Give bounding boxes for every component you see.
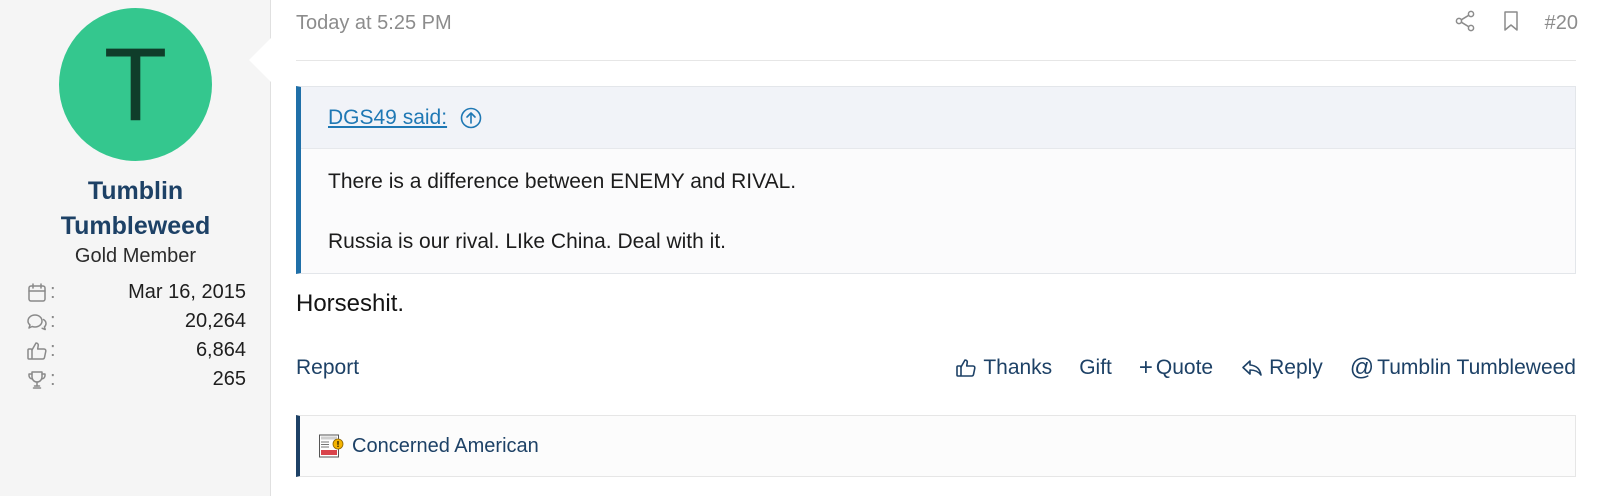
stat-reactions: : 6,864 (24, 336, 246, 365)
post-actions: Thanks Gift + Quote Reply @ Tumblin Tumb… (954, 356, 1576, 380)
thumbs-up-icon (24, 338, 50, 364)
user-stats: : Mar 16, 2015 : 20,264 : 6,864 : 265 (24, 278, 246, 394)
header-divider (296, 60, 1576, 61)
stat-separator: : (50, 368, 56, 390)
trophy-icon (24, 367, 50, 393)
username-line-2[interactable]: Tumbleweed (0, 209, 271, 244)
quote-body: There is a difference between ENEMY and … (301, 149, 1575, 257)
thanks-button[interactable]: Thanks (954, 356, 1052, 380)
gift-label: Gift (1079, 356, 1112, 379)
stat-separator: : (50, 310, 56, 332)
reply-button[interactable]: Reply (1240, 356, 1323, 380)
mention-label: Tumblin Tumbleweed (1377, 356, 1576, 379)
stat-messages-value: 20,264 (184, 310, 246, 332)
post-action-bar: Report Thanks Gift + Quote Reply @ Tumbl… (296, 352, 1576, 386)
stat-separator: : (50, 339, 56, 361)
quote-block: DGS49 said: There is a difference betwee… (296, 86, 1576, 274)
stat-messages: : 20,264 (24, 307, 246, 336)
user-title: Gold Member (74, 245, 197, 267)
messages-icon (24, 309, 50, 335)
post-number[interactable]: #20 (1545, 12, 1578, 35)
avatar[interactable]: T (59, 8, 212, 161)
username[interactable]: Tumblin Tumbleweed (0, 174, 271, 244)
mention-button[interactable]: @ Tumblin Tumbleweed (1350, 356, 1576, 380)
calendar-icon (24, 280, 50, 306)
username-line-1[interactable]: Tumblin (0, 174, 271, 209)
at-icon: @ (1349, 354, 1375, 381)
stat-joined: : Mar 16, 2015 (24, 278, 246, 307)
user-sidebar: T Tumblin Tumbleweed Gold Member : Mar 1… (0, 0, 271, 496)
message-arrow (249, 38, 271, 82)
quote-button[interactable]: + Quote (1139, 356, 1213, 380)
avatar-letter: T (103, 26, 168, 143)
stat-trophies: : 265 (24, 365, 246, 394)
post-header-actions: #20 (1453, 10, 1578, 36)
report-link[interactable]: Report (296, 356, 359, 380)
bookmark-icon[interactable] (1499, 9, 1523, 38)
news-badge-icon (318, 433, 344, 459)
quote-header: DGS49 said: (301, 87, 1575, 149)
quote-label: Quote (1155, 356, 1214, 379)
reactions-bar: Concerned American (296, 415, 1576, 477)
post-header: Today at 5:25 PM #20 (296, 10, 1578, 42)
quote-attribution-link[interactable]: DGS49 said: (328, 106, 447, 130)
stat-joined-value: Mar 16, 2015 (128, 281, 246, 303)
quote-line: Russia is our rival. LIke China. Deal wi… (328, 230, 726, 253)
share-icon[interactable] (1453, 9, 1477, 38)
reaction-user-link[interactable]: Concerned American (352, 435, 539, 458)
quote-line: There is a difference between ENEMY and … (328, 170, 797, 193)
plus-icon: + (1138, 354, 1153, 381)
stat-reactions-value: 6,864 (195, 339, 246, 361)
arrow-up-circle-icon[interactable] (459, 106, 483, 130)
reply-label: Reply (1269, 356, 1323, 379)
thanks-label: Thanks (983, 356, 1053, 379)
thumbs-up-icon (956, 359, 976, 377)
gift-button[interactable]: Gift (1079, 356, 1112, 380)
stat-trophies-value: 265 (212, 368, 246, 390)
post-date[interactable]: Today at 5:25 PM (296, 10, 452, 36)
stat-separator: : (50, 281, 56, 303)
reply-icon (1242, 360, 1262, 376)
post-body: Horseshit. (296, 290, 405, 317)
